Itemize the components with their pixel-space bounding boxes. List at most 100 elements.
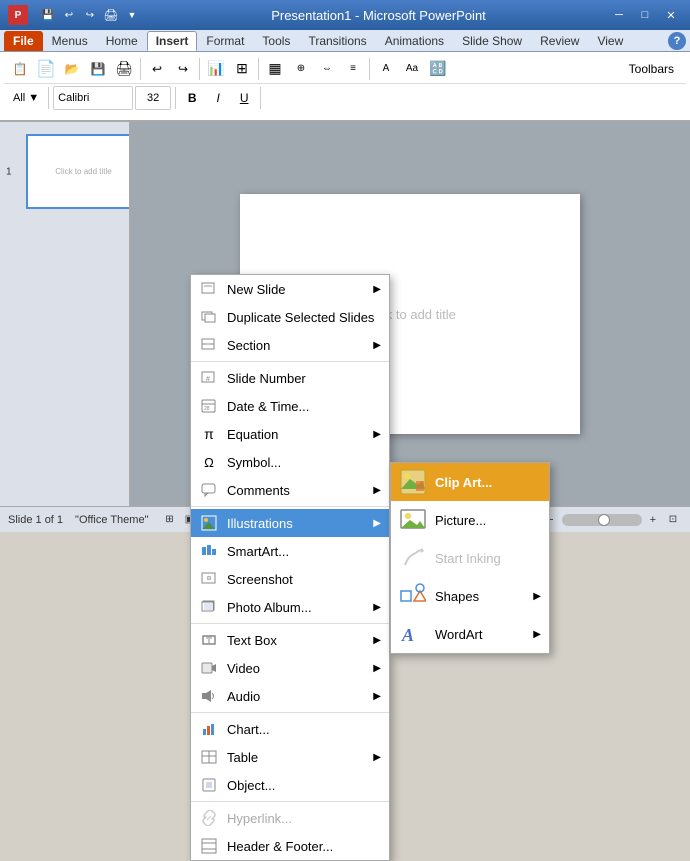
menu-illustrations[interactable]: Illustrations ▶ xyxy=(191,509,389,537)
menu-chart[interactable]: Chart... xyxy=(191,715,389,743)
menu-smartart[interactable]: SmartArt... xyxy=(191,537,389,565)
slide-thumb-text: Click to add title xyxy=(55,167,111,176)
menu-audio-label: Audio xyxy=(227,689,260,704)
tb-italic[interactable]: I xyxy=(206,86,230,110)
menu-dup-slides[interactable]: Duplicate Selected Slides xyxy=(191,303,389,331)
new-slide-icon xyxy=(199,279,219,299)
tab-slideshow[interactable]: Slide Show xyxy=(453,31,531,51)
undo-btn[interactable]: ↩ xyxy=(60,6,78,24)
submenu-shapes[interactable]: Shapes ▶ xyxy=(391,577,549,615)
menu-symbol-label: Symbol... xyxy=(227,455,281,470)
divider5 xyxy=(48,87,49,109)
print-btn[interactable]: 🖨 xyxy=(102,6,120,24)
tab-animations[interactable]: Animations xyxy=(376,31,453,51)
audio-icon xyxy=(199,686,219,706)
tb-save[interactable]: 💾 xyxy=(86,57,110,81)
menu-new-slide-label: New Slide xyxy=(227,282,286,297)
tb-table2[interactable]: ⊞ xyxy=(230,57,254,81)
help-button[interactable]: ? xyxy=(668,32,686,50)
submenu-picture[interactable]: Picture... xyxy=(391,501,549,539)
comments-arrow: ▶ xyxy=(373,485,381,496)
maximize-btn[interactable]: □ xyxy=(634,6,656,24)
tab-tools[interactable]: Tools xyxy=(253,31,299,51)
tab-format[interactable]: Format xyxy=(197,31,253,51)
tab-home[interactable]: Home xyxy=(97,31,147,51)
menu-section[interactable]: Section ▶ xyxy=(191,331,389,359)
menu-textbox[interactable]: Text Box ▶ xyxy=(191,626,389,654)
divider3 xyxy=(258,58,259,80)
tb-new[interactable]: 📄 xyxy=(34,57,58,81)
dropdown-btn[interactable]: ▼ xyxy=(123,6,141,24)
fit-slide-btn[interactable]: ⊡ xyxy=(664,511,682,529)
tb-extra7[interactable]: 🔠 xyxy=(426,57,450,81)
tab-review[interactable]: Review xyxy=(531,31,588,51)
wordart-icon: A xyxy=(399,620,427,648)
submenu-wordart-label: WordArt xyxy=(435,627,482,642)
tb-redo2[interactable]: ↪ xyxy=(171,57,195,81)
slide-thumbnail[interactable]: Click to add title xyxy=(26,134,130,209)
submenu-clipart[interactable]: Clip Art... xyxy=(391,463,549,501)
tab-view[interactable]: View xyxy=(588,31,632,51)
divider2 xyxy=(199,58,200,80)
tab-file[interactable]: File xyxy=(4,31,43,51)
menu-photo-album[interactable]: Photo Album... ▶ xyxy=(191,593,389,621)
tb-extra4[interactable]: ≡ xyxy=(341,57,365,81)
tb-print[interactable]: 🖨 xyxy=(112,57,136,81)
tb-extra6[interactable]: Aa xyxy=(400,57,424,81)
sep3 xyxy=(191,623,389,624)
tab-insert[interactable]: Insert xyxy=(147,31,198,51)
menu-screenshot[interactable]: Screenshot xyxy=(191,565,389,593)
chart-icon xyxy=(199,719,219,739)
menu-header-footer[interactable]: Header & Footer... xyxy=(191,832,389,860)
submenu-wordart[interactable]: A WordArt ▶ xyxy=(391,615,549,653)
tb-extra5[interactable]: A xyxy=(374,57,398,81)
menu-audio[interactable]: Audio ▶ xyxy=(191,682,389,710)
tb-extra3[interactable]: ⇔ xyxy=(315,57,339,81)
slide-panel: 1 Click to add title xyxy=(0,122,130,506)
slide-number: 1 xyxy=(6,166,12,177)
textbox-arrow: ▶ xyxy=(373,635,381,646)
menu-slide-number[interactable]: # Slide Number xyxy=(191,364,389,392)
divider6 xyxy=(175,87,176,109)
object-icon xyxy=(199,775,219,795)
tb-extra1[interactable]: ▦ xyxy=(263,57,287,81)
menu-textbox-label: Text Box xyxy=(227,633,277,648)
view-normal-btn[interactable]: ⊞ xyxy=(160,511,178,529)
slide-info: Slide 1 of 1 xyxy=(8,514,63,526)
menu-section-label: Section xyxy=(227,338,270,353)
tb-clipboard[interactable]: 📋 xyxy=(8,57,32,81)
tb-underline[interactable]: U xyxy=(232,86,256,110)
zoom-slider[interactable] xyxy=(562,514,642,526)
menu-dup-label: Duplicate Selected Slides xyxy=(227,310,374,325)
tb-chart2[interactable]: 📊 xyxy=(204,57,228,81)
menu-symbol[interactable]: Ω Symbol... xyxy=(191,448,389,476)
tb-font-name[interactable]: Calibri xyxy=(53,86,133,110)
minimize-btn[interactable]: ─ xyxy=(608,6,630,24)
close-btn[interactable]: ✕ xyxy=(660,6,682,24)
zoom-plus-btn[interactable]: + xyxy=(650,514,656,526)
zoom-thumb xyxy=(598,514,610,526)
menu-date-time[interactable]: 28 Date & Time... xyxy=(191,392,389,420)
tab-menus[interactable]: Menus xyxy=(43,31,97,51)
tab-transitions[interactable]: Transitions xyxy=(299,31,375,51)
picture-icon xyxy=(399,506,427,534)
tb-bold[interactable]: B xyxy=(180,86,204,110)
menu-comments-label: Comments xyxy=(227,483,290,498)
menu-new-slide[interactable]: New Slide ▶ xyxy=(191,275,389,303)
hyperlink-icon xyxy=(199,808,219,828)
tb-open[interactable]: 📂 xyxy=(60,57,84,81)
tb-font-size[interactable]: 32 xyxy=(135,86,171,110)
save-quick-btn[interactable]: 💾 xyxy=(39,6,57,24)
menu-object[interactable]: Object... xyxy=(191,771,389,799)
submenu-clipart-label: Clip Art... xyxy=(435,475,492,490)
menu-video[interactable]: Video ▶ xyxy=(191,654,389,682)
menu-comments[interactable]: Comments ▶ xyxy=(191,476,389,504)
redo-btn[interactable]: ↪ xyxy=(81,6,99,24)
menu-equation[interactable]: π Equation ▶ xyxy=(191,420,389,448)
wordart-arrow: ▶ xyxy=(533,629,541,640)
tb-undo2[interactable]: ↩ xyxy=(145,57,169,81)
tb-all[interactable]: All ▼ xyxy=(8,86,44,110)
tb-extra2[interactable]: ⊕ xyxy=(289,57,313,81)
divider1 xyxy=(140,58,141,80)
menu-table[interactable]: Table ▶ xyxy=(191,743,389,771)
